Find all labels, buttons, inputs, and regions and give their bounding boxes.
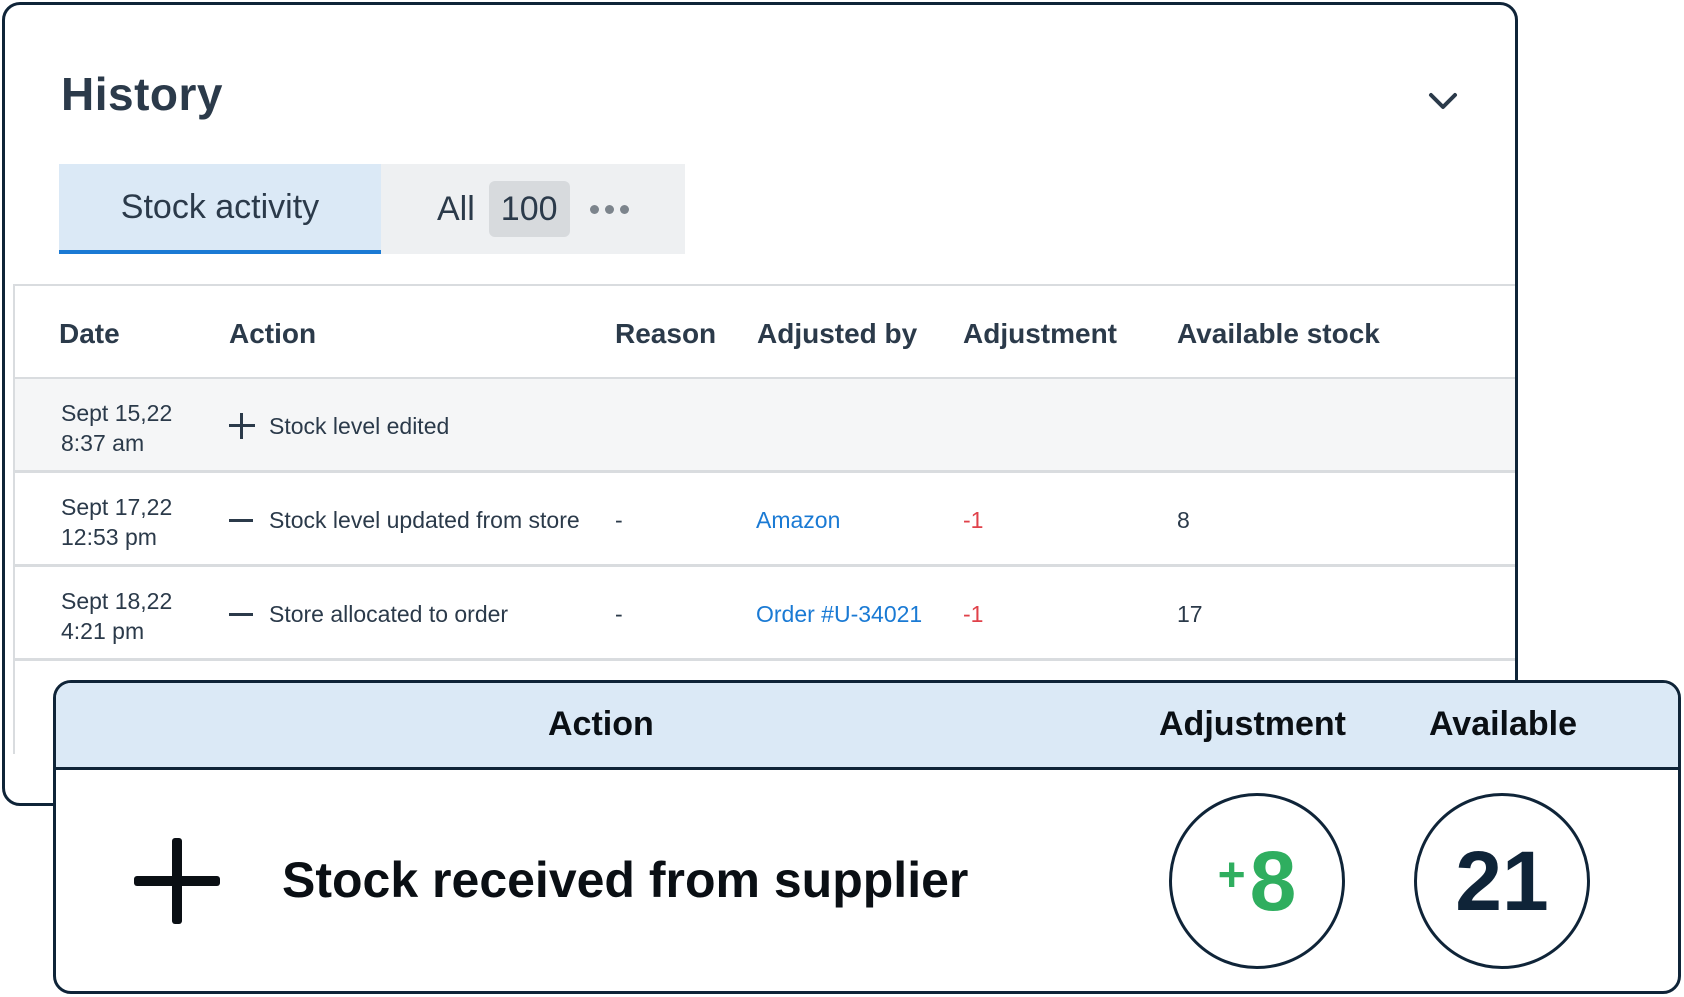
highlight-header-action: Action bbox=[548, 705, 654, 743]
row-action-label: Stock level edited bbox=[269, 412, 450, 439]
tab-all[interactable]: All 100 bbox=[381, 164, 629, 254]
row-action: Store allocated to order bbox=[229, 567, 508, 661]
tab-all-label: All bbox=[437, 189, 475, 228]
adjustment-value: 8 bbox=[1249, 833, 1297, 928]
row-action-label: Stock level updated from store bbox=[269, 506, 580, 533]
row-date-time: 4:21 pm bbox=[61, 618, 145, 644]
row-available-stock: 17 bbox=[1177, 600, 1203, 627]
row-date: Sept 18,22 4:21 pm bbox=[61, 586, 172, 646]
row-date: Sept 17,22 12:53 pm bbox=[61, 492, 172, 552]
row-adjusted-by-link[interactable]: Amazon bbox=[756, 473, 840, 567]
minus-icon bbox=[229, 601, 255, 627]
row-date-day: Sept 15,22 bbox=[61, 400, 173, 426]
tab-all-count-badge: 100 bbox=[488, 181, 570, 237]
plus-icon bbox=[229, 413, 255, 439]
highlight-action-label: Stock received from supplier bbox=[282, 852, 969, 908]
header-reason: Reason bbox=[615, 318, 717, 349]
history-tabs: Stock activity All 100 bbox=[59, 164, 685, 254]
tab-stock-activity[interactable]: Stock activity bbox=[59, 164, 381, 254]
row-adjustment: -1 bbox=[963, 506, 984, 533]
header-adjusted-by: Adjusted by bbox=[757, 318, 918, 349]
row-date-day: Sept 17,22 bbox=[61, 494, 173, 520]
chevron-down-icon[interactable] bbox=[1423, 85, 1463, 117]
available-value: 21 bbox=[1455, 833, 1549, 928]
row-reason: - bbox=[615, 506, 623, 533]
highlight-header: Action Adjustment Available bbox=[56, 683, 1678, 770]
row-action-label: Store allocated to order bbox=[269, 600, 509, 627]
more-horizontal-icon[interactable] bbox=[589, 204, 629, 214]
highlight-card: Action Adjustment Available Stock receiv… bbox=[53, 680, 1681, 994]
header-date: Date bbox=[59, 318, 120, 349]
plus-icon bbox=[134, 838, 220, 924]
header-adjustment: Adjustment bbox=[963, 318, 1117, 349]
row-date-time: 8:37 am bbox=[61, 430, 145, 456]
available-circle: 21 bbox=[1414, 793, 1590, 969]
adjustment-circle: + 8 bbox=[1169, 793, 1345, 969]
header-available-stock: Available stock bbox=[1177, 318, 1380, 349]
row-adjusted-by-link[interactable]: Order #U-34021 bbox=[756, 567, 922, 661]
header-action: Action bbox=[229, 318, 317, 349]
row-date-day: Sept 18,22 bbox=[61, 588, 173, 614]
row-action: Stock level updated from store bbox=[229, 473, 580, 567]
highlight-header-available: Available bbox=[1429, 705, 1578, 743]
row-reason: - bbox=[615, 600, 623, 627]
row-date-time: 12:53 pm bbox=[61, 524, 157, 550]
row-available-stock: 8 bbox=[1177, 506, 1190, 533]
minus-icon bbox=[229, 507, 255, 533]
table-header: Date Action Reason Adjusted by Adjustmen… bbox=[15, 286, 1515, 379]
table-row[interactable]: Sept 17,22 12:53 pm Stock level updated … bbox=[15, 473, 1515, 567]
tab-stock-activity-label: Stock activity bbox=[120, 187, 320, 226]
row-action: Stock level edited bbox=[229, 379, 449, 473]
adjustment-sign: + bbox=[1217, 848, 1246, 902]
table-row[interactable]: Sept 18,22 4:21 pm Store allocated to or… bbox=[15, 567, 1515, 661]
highlight-header-adjustment: Adjustment bbox=[1159, 705, 1346, 743]
table-row[interactable]: Sept 15,22 8:37 am Stock level edited bbox=[15, 379, 1515, 473]
row-adjustment: -1 bbox=[963, 600, 984, 627]
row-date: Sept 15,22 8:37 am bbox=[61, 398, 172, 458]
history-title: History bbox=[61, 68, 223, 120]
